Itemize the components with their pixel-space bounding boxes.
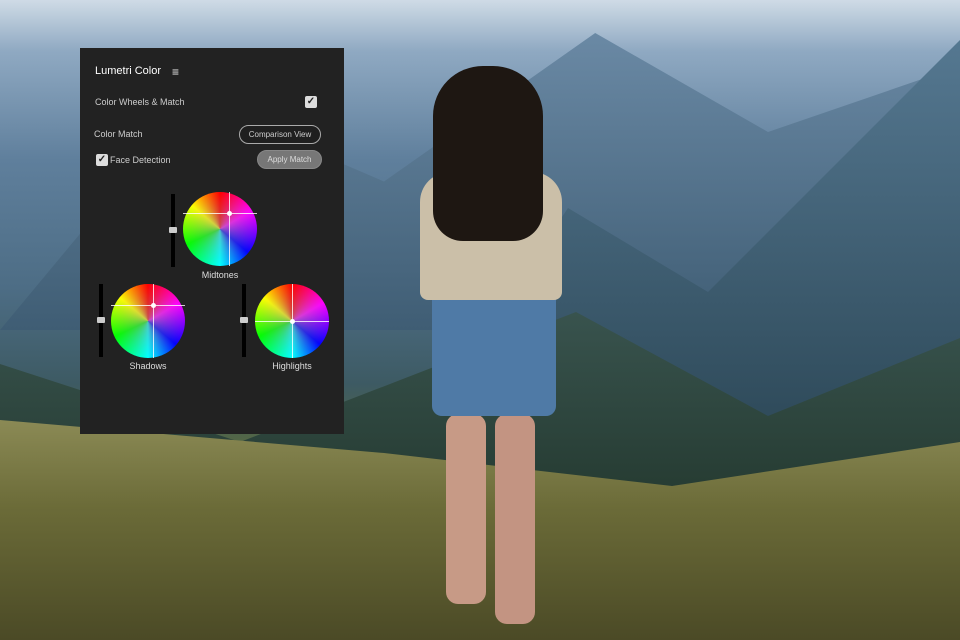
person-leg bbox=[495, 414, 535, 624]
person-leg bbox=[446, 414, 486, 604]
section-checkbox[interactable]: ✓ bbox=[305, 96, 317, 108]
slider-handle[interactable] bbox=[169, 227, 177, 233]
check-icon: ✓ bbox=[97, 154, 107, 165]
panel-title: Lumetri Color bbox=[95, 65, 162, 77]
highlights-label: Highlights bbox=[272, 361, 312, 371]
person-shorts bbox=[432, 294, 556, 416]
shadows-slider[interactable] bbox=[97, 284, 105, 357]
wheel-puck[interactable] bbox=[290, 319, 295, 324]
highlights-wheel[interactable] bbox=[255, 284, 329, 358]
apply-match-button[interactable]: Apply Match bbox=[257, 150, 322, 169]
person-hair bbox=[433, 66, 543, 241]
wheel-puck[interactable] bbox=[151, 303, 156, 308]
check-icon: ✓ bbox=[306, 96, 316, 107]
shadows-wheel[interactable] bbox=[111, 284, 185, 358]
hamburger-icon[interactable]: ≡ bbox=[172, 65, 179, 79]
wheel-puck[interactable] bbox=[227, 211, 232, 216]
lumetri-color-panel: Lumetri Color ≡ Color Wheels & Match ✓ C… bbox=[80, 48, 344, 434]
comparison-view-button[interactable]: Comparison View bbox=[239, 125, 321, 144]
slider-handle[interactable] bbox=[240, 317, 248, 323]
slider-handle[interactable] bbox=[97, 317, 105, 323]
highlights-slider[interactable] bbox=[240, 284, 248, 357]
midtones-wheel[interactable] bbox=[183, 192, 257, 266]
midtones-label: Midtones bbox=[201, 270, 239, 280]
face-detection-checkbox[interactable]: ✓ bbox=[96, 154, 108, 166]
shadows-label: Shadows bbox=[129, 361, 167, 371]
face-detection-label: Face Detection bbox=[110, 155, 171, 165]
midtones-slider[interactable] bbox=[169, 194, 177, 267]
section-label: Color Wheels & Match bbox=[95, 97, 185, 107]
color-match-label: Color Match bbox=[94, 129, 143, 139]
